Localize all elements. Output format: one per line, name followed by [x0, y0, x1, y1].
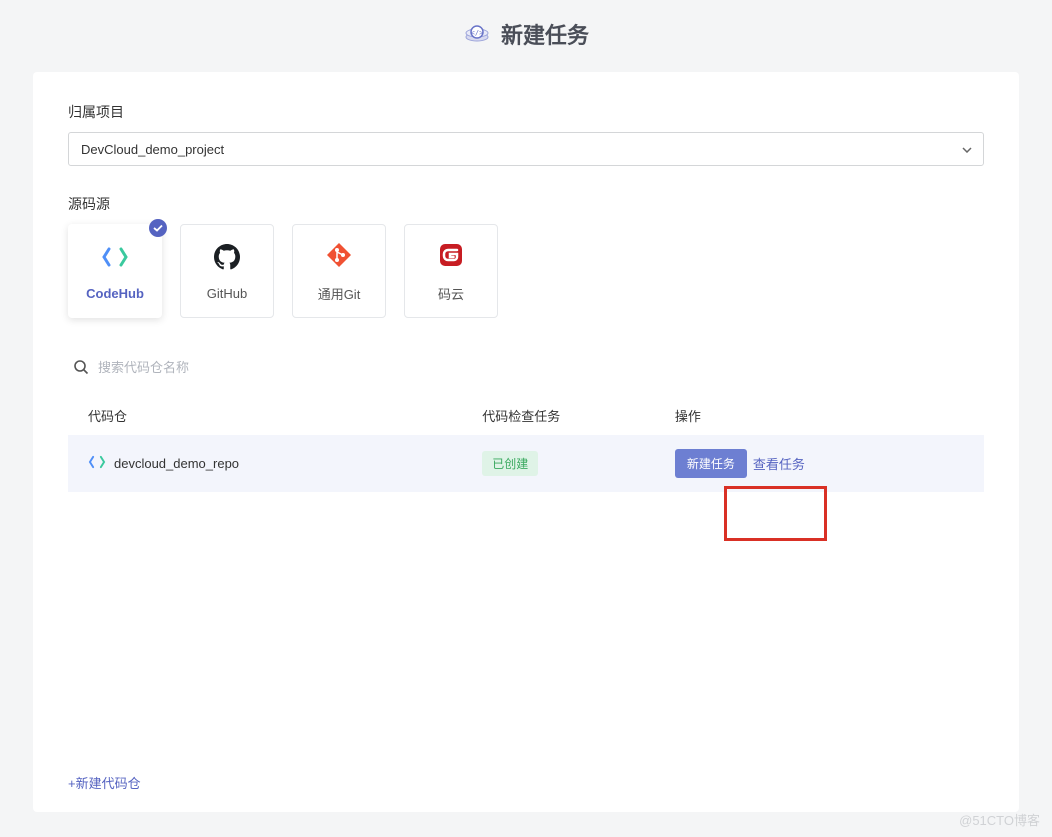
table-header: 代码仓 代码检查任务 操作 [68, 396, 984, 435]
watermark: @51CTO博客 [959, 810, 1040, 829]
table-row: devcloud_demo_repo 已创建 新建任务 查看任务 [68, 435, 984, 492]
project-select[interactable]: DevCloud_demo_project [68, 132, 984, 166]
create-task-button[interactable]: 新建任务 [675, 449, 747, 478]
task-icon: </> [463, 20, 491, 48]
check-icon [149, 219, 167, 237]
search-icon [72, 358, 90, 376]
svg-text:</>: </> [471, 29, 484, 37]
repo-cell: devcloud_demo_repo [88, 453, 482, 474]
page-header: </> 新建任务 [0, 0, 1052, 72]
codehub-icon [100, 242, 130, 272]
source-card-codehub[interactable]: CodeHub [68, 224, 162, 318]
source-label-codehub: CodeHub [86, 286, 144, 301]
highlight-annotation [724, 486, 827, 541]
repo-name: devcloud_demo_repo [114, 456, 239, 471]
git-icon [324, 240, 354, 270]
main-card: 归属项目 DevCloud_demo_project 源码源 CodeHub [33, 72, 1019, 812]
source-label: 源码源 [68, 194, 984, 214]
col-header-task: 代码检查任务 [482, 406, 675, 425]
status-badge: 已创建 [482, 451, 538, 476]
view-task-link[interactable]: 查看任务 [753, 454, 805, 473]
github-icon [212, 242, 242, 272]
gitee-icon [436, 240, 466, 270]
repo-table: 代码仓 代码检查任务 操作 devcloud_demo_repo 已创建 新建任… [68, 396, 984, 492]
source-label-github: GitHub [207, 286, 247, 301]
source-card-git[interactable]: 通用Git [292, 224, 386, 318]
source-label-gitee: 码云 [438, 284, 464, 303]
search-input[interactable] [98, 360, 298, 375]
create-repo-link[interactable]: +新建代码仓 [68, 773, 141, 792]
col-header-action: 操作 [675, 406, 964, 425]
action-cell: 新建任务 查看任务 [675, 449, 964, 478]
page-title: 新建任务 [501, 18, 589, 50]
col-header-repo: 代码仓 [88, 406, 482, 425]
search-row [68, 358, 984, 376]
source-card-github[interactable]: GitHub [180, 224, 274, 318]
project-label: 归属项目 [68, 102, 984, 122]
source-options: CodeHub GitHub [68, 224, 984, 318]
source-card-gitee[interactable]: 码云 [404, 224, 498, 318]
repo-icon [88, 453, 106, 474]
source-section: 源码源 CodeHub [68, 194, 984, 318]
source-label-git: 通用Git [318, 284, 361, 303]
project-select-value: DevCloud_demo_project [68, 132, 984, 166]
task-cell: 已创建 [482, 451, 675, 476]
